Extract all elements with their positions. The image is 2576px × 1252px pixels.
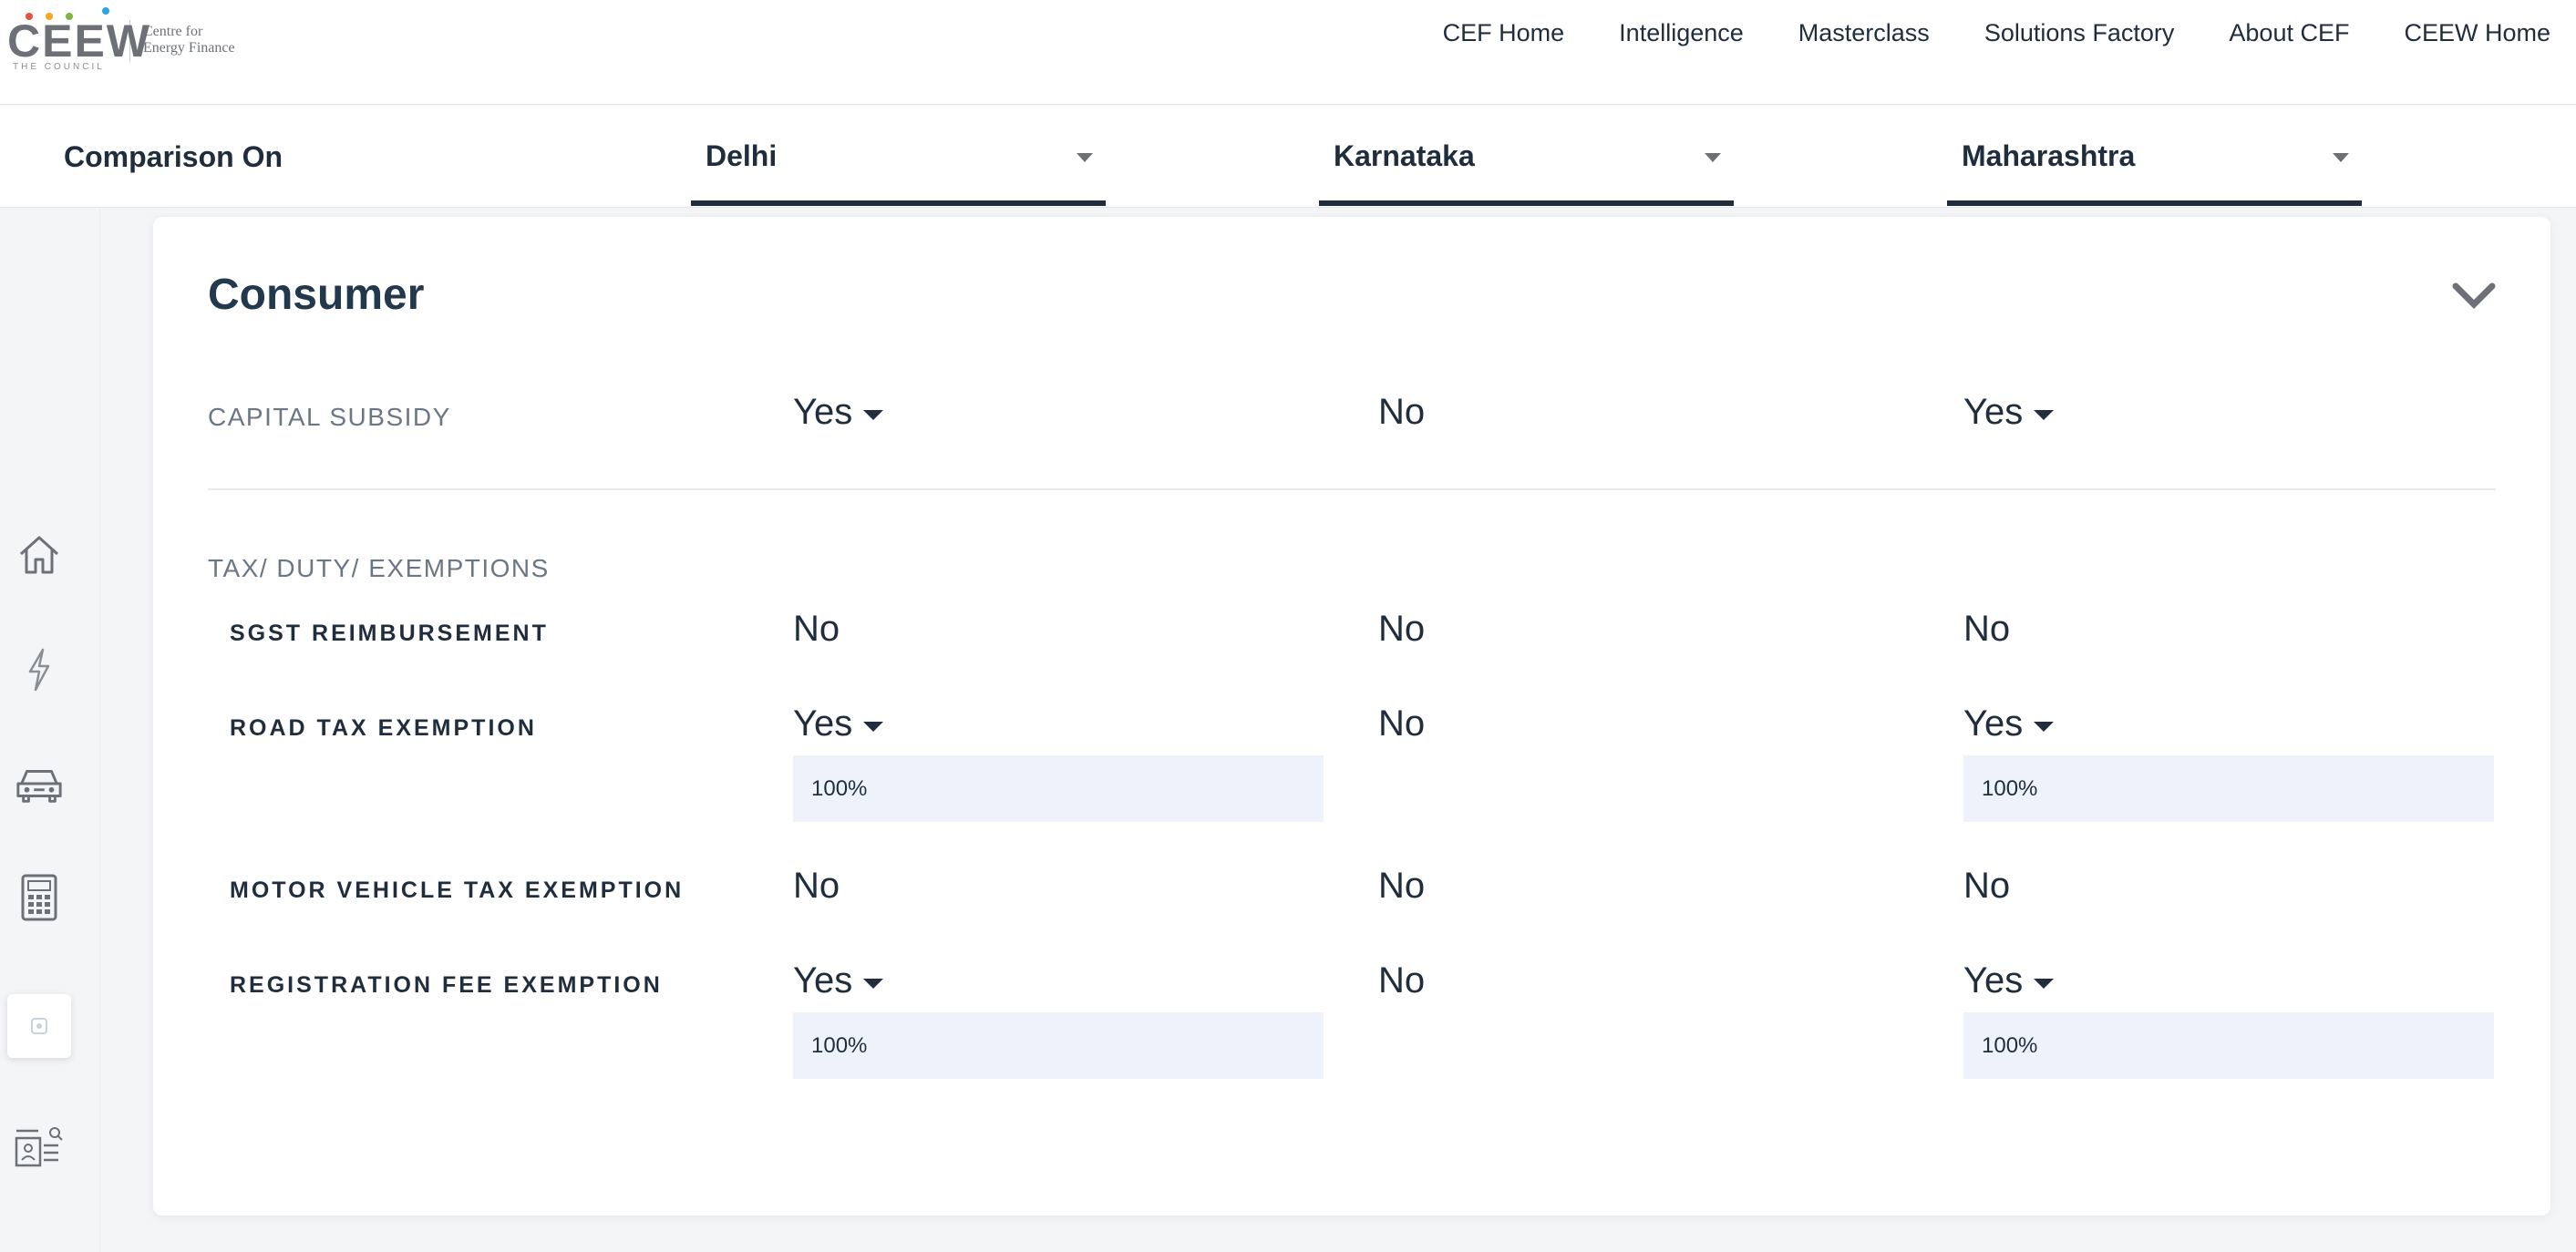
section-divider [208,488,2496,490]
logo-dot [102,7,109,15]
nav-masterclass[interactable]: Masterclass [1798,16,1930,49]
caret-down-icon [2034,722,2055,732]
logo-tagline: Centre for Energy Finance [143,24,235,56]
road-tax-value-3[interactable]: Yes [1963,703,2055,744]
value-text: No [1378,392,1426,432]
caret-down-icon [863,722,884,732]
top-navigation: CEEW THE COUNCIL Centre for Energy Finan… [0,0,2576,105]
motor-vehicle-tax-value-3: No [1963,866,2010,907]
nav-ceew-home[interactable]: CEEW Home [2404,16,2550,49]
chevron-down-icon [1705,153,1721,162]
left-sidebar [0,209,100,1252]
lightning-icon[interactable] [15,645,64,694]
capital-subsidy-value-2: No [1378,392,1425,433]
value-text: No [1378,609,1426,649]
road-tax-detail-3: 100% [1963,755,2494,822]
nav-about-cef[interactable]: About CEF [2229,16,2349,49]
consumer-card: Consumer CAPITAL SUBSIDY Yes No Yes TAX/… [153,217,2550,1216]
road-tax-exemption-label: ROAD TAX EXEMPTION [230,715,537,741]
tax-exemptions-label: TAX/ DUTY/ EXEMPTIONS [208,554,550,582]
section-title: Consumer [208,271,425,319]
state-select-1[interactable]: Delhi [691,106,1106,206]
logo-mark: CEEW THE COUNCIL [7,7,149,72]
nav-intelligence[interactable]: Intelligence [1619,16,1744,49]
state-select-value: Delhi [706,139,778,172]
logo-wordmark: CEEW [7,15,151,67]
sgst-reimbursement-label: SGST REIMBURSEMENT [230,621,549,646]
logo-tagline-line1: Centre for [143,24,203,39]
value-text: Yes [793,960,853,1001]
value-text: No [793,609,840,649]
caret-down-icon [863,979,884,989]
comparison-bar: Comparison On Delhi Karnataka Maharashtr… [0,106,2576,208]
registration-fee-value-1[interactable]: Yes [793,960,884,1001]
road-tax-value-2: No [1378,703,1425,744]
motor-vehicle-tax-value-2: No [1378,866,1425,907]
caret-down-icon [2034,410,2055,420]
motor-vehicle-tax-value-1: No [793,866,840,907]
sgst-value-2: No [1378,609,1425,650]
nav-solutions-factory[interactable]: Solutions Factory [1984,16,2175,49]
caret-down-icon [2034,979,2055,989]
caret-down-icon [863,410,884,420]
sgst-value-3: No [1963,609,2010,650]
ceew-logo[interactable]: CEEW THE COUNCIL Centre for Energy Finan… [7,7,235,72]
state-select-value: Maharashtra [1962,139,2136,172]
chevron-down-icon[interactable] [2452,282,2496,310]
sgst-value-1: No [793,609,840,650]
value-text: No [1963,609,2011,649]
value-text: Yes [1963,392,2024,432]
value-text: Yes [1963,703,2024,744]
capital-subsidy-value-1[interactable]: Yes [793,392,884,433]
chevron-down-icon [1077,153,1093,162]
road-tax-value-1[interactable]: Yes [793,703,884,744]
value-text: No [1378,866,1426,906]
registration-fee-value-3[interactable]: Yes [1963,960,2055,1001]
capital-subsidy-value-3[interactable]: Yes [1963,392,2055,433]
registration-fee-detail-3: 100% [1963,1012,2494,1079]
capital-subsidy-label: CAPITAL SUBSIDY [208,403,451,431]
state-select-2[interactable]: Karnataka [1319,106,1734,206]
value-text: Yes [793,392,853,432]
document-icon[interactable] [7,994,71,1058]
car-icon[interactable] [15,759,64,808]
logo-subtext: THE COUNCIL [13,62,105,72]
value-text: Yes [1963,960,2024,1001]
state-select-3[interactable]: Maharashtra [1947,106,2362,206]
value-text: No [793,866,840,906]
home-icon[interactable] [15,529,64,579]
value-text: No [1378,960,1426,1001]
value-text: No [1378,703,1426,744]
profile-card-icon[interactable] [15,1124,64,1174]
chevron-down-icon [2333,153,2349,162]
road-tax-detail-1: 100% [793,755,1324,822]
nav-cef-home[interactable]: CEF Home [1443,16,1565,49]
value-text: Yes [793,703,853,744]
registration-fee-detail-1: 100% [793,1012,1324,1079]
motor-vehicle-tax-exemption-label: MOTOR VEHICLE TAX EXEMPTION [230,877,685,903]
state-select-value: Karnataka [1334,139,1475,172]
registration-fee-value-2: No [1378,960,1425,1001]
calculator-icon[interactable] [15,873,64,922]
value-text: No [1963,866,2011,906]
main-nav: CEF Home Intelligence Masterclass Soluti… [1443,16,2576,49]
comparison-label: Comparison On [64,140,283,173]
logo-tagline-line2: Energy Finance [143,40,235,56]
registration-fee-exemption-label: REGISTRATION FEE EXEMPTION [230,972,663,998]
